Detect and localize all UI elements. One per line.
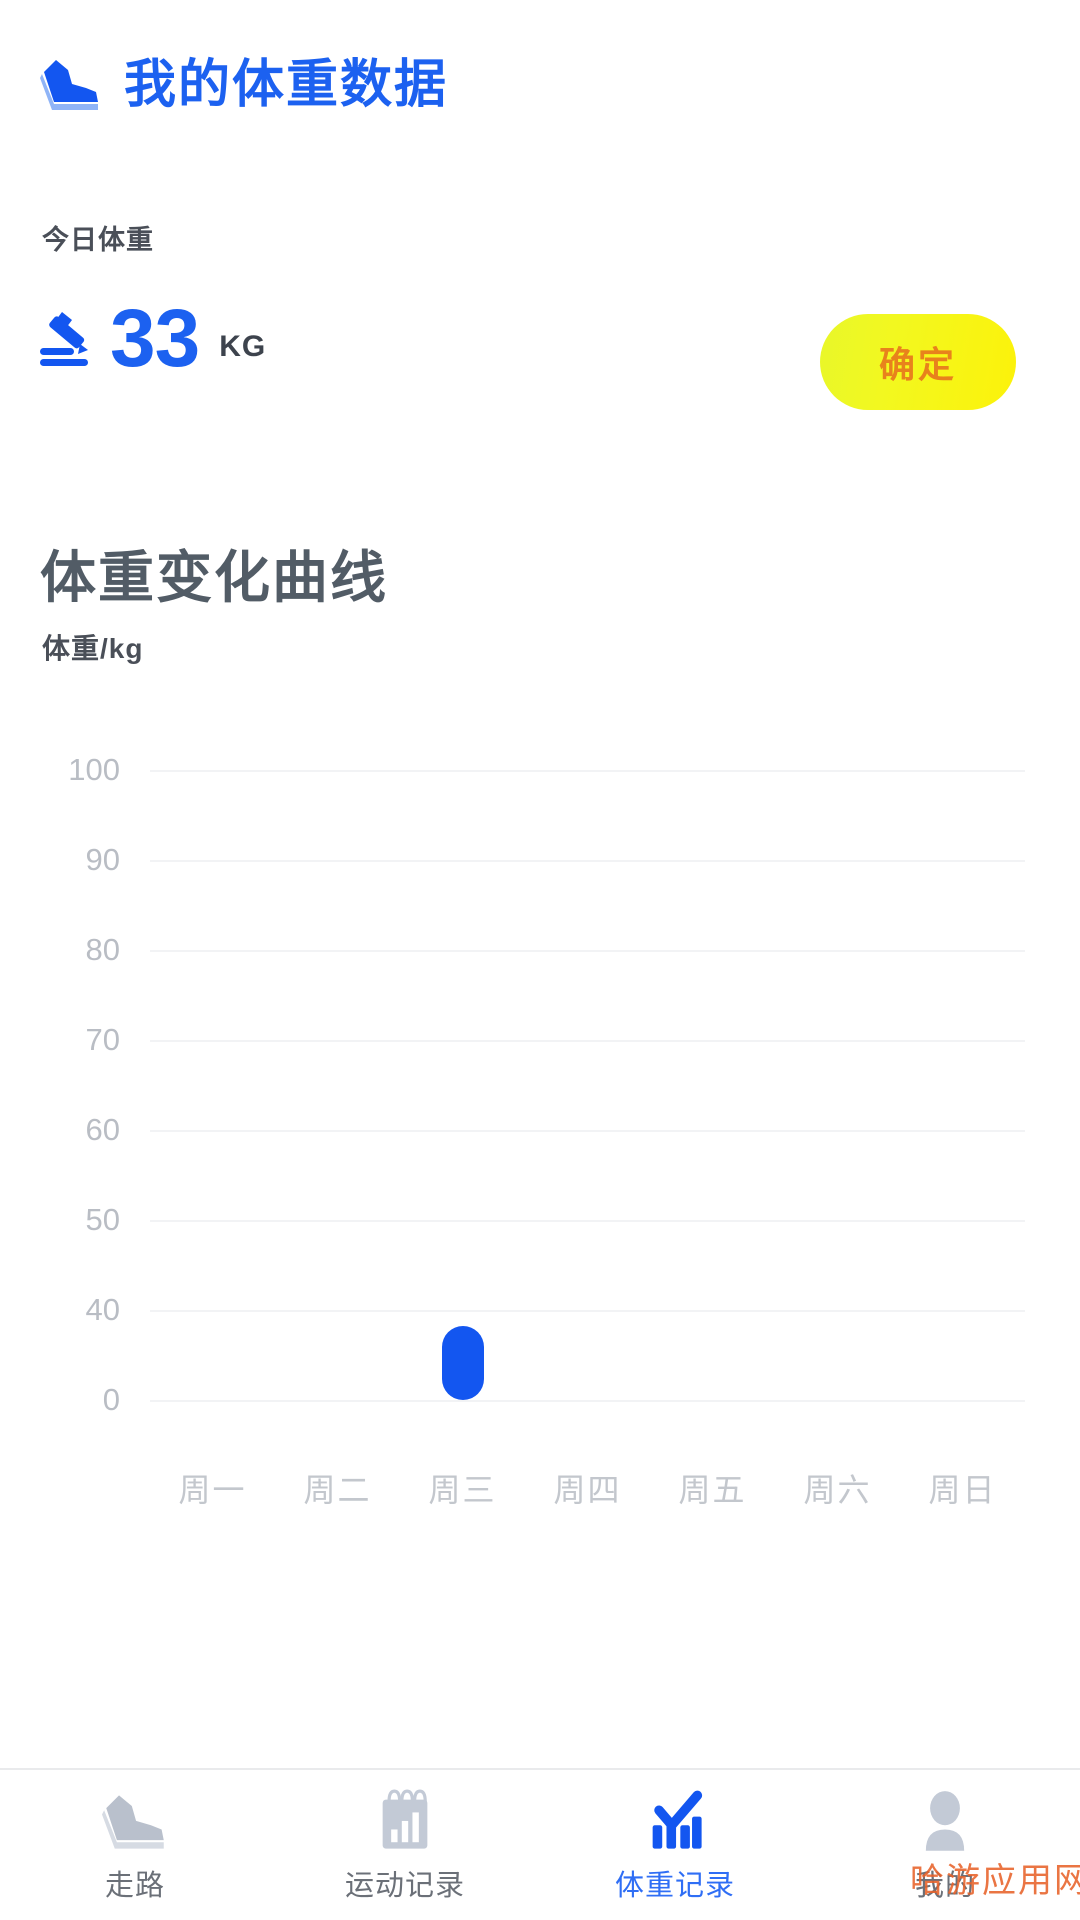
chart-x-tick-label: 周日	[928, 1472, 997, 1508]
exercise-chart-icon	[372, 1788, 438, 1856]
chart-y-tick-label: 100	[68, 752, 120, 787]
chart-x-tick-label: 周五	[678, 1472, 747, 1508]
chart-y-axis-label: 体重/kg	[42, 633, 144, 664]
chart-x-tick-label: 周六	[803, 1472, 872, 1508]
tab-weight-record[interactable]: 体重记录	[540, 1770, 810, 1920]
chart-y-tick-label: 60	[85, 1112, 120, 1147]
tab-label-walking: 走路	[104, 1870, 165, 1902]
confirm-button[interactable]: 确定	[820, 314, 1016, 410]
bottom-tabbar: 走路 运动记录 体重记录 我的 哈游应用网	[0, 1768, 1080, 1920]
chart-y-tick-label: 40	[85, 1292, 120, 1327]
chart-gridline	[150, 1310, 1025, 1312]
tab-label-weight-record: 体重记录	[614, 1870, 735, 1902]
today-weight-label: 今日体重	[42, 225, 154, 255]
chart-gridline	[150, 1400, 1025, 1402]
edit-scale-icon[interactable]	[36, 308, 96, 378]
tab-walking[interactable]: 走路	[0, 1770, 270, 1920]
chart-x-axis-labels: 周一 周二 周三 周四 周五 周六 周日	[150, 1465, 1025, 1511]
shoe-icon	[40, 58, 102, 112]
chart-gridline	[150, 950, 1025, 952]
chart-title: 体重变化曲线	[40, 546, 388, 609]
chart-gridline	[150, 1220, 1025, 1222]
shoe-icon	[102, 1788, 168, 1856]
site-watermark: 哈游应用网	[910, 1863, 1080, 1900]
tab-exercise-record[interactable]: 运动记录	[270, 1770, 540, 1920]
chart-plot-area: 100 90 80 70 60 50 40 0	[68, 754, 1025, 1415]
tab-label-exercise-record: 运动记录	[344, 1870, 465, 1902]
today-weight-row: 33 KG 确定	[0, 293, 1080, 420]
chart-gridline	[150, 1130, 1025, 1132]
weight-chart-check-icon	[642, 1788, 708, 1856]
chart-gridline	[150, 1040, 1025, 1042]
person-icon	[912, 1788, 978, 1856]
chart-gridline	[150, 860, 1025, 862]
page-header: 我的体重数据	[40, 58, 448, 112]
chart-x-tick-label: 周三	[428, 1472, 497, 1508]
weight-unit: KG	[219, 329, 267, 363]
chart-y-tick-label: 0	[102, 1382, 120, 1417]
chart-x-tick-label: 周一	[178, 1472, 247, 1508]
weight-display: 33 KG	[36, 293, 267, 384]
chart-y-tick-label: 70	[85, 1022, 120, 1057]
chart-y-tick-label: 80	[85, 932, 120, 967]
chart-bar[interactable]	[442, 1326, 484, 1400]
chart-y-tick-label: 50	[85, 1202, 120, 1237]
chart-x-tick-label: 周四	[553, 1472, 622, 1508]
chart-x-tick-label: 周二	[303, 1472, 372, 1508]
weight-value: 33	[110, 293, 200, 384]
page-title: 我的体重数据	[124, 56, 449, 114]
chart-gridline	[150, 770, 1025, 772]
app-screen: 我的体重数据 今日体重 33 KG 确定 体重变化曲线 体重/kg 100 90 8…	[0, 0, 1080, 1920]
chart-y-tick-label: 90	[85, 842, 120, 877]
weight-chart: 100 90 80 70 60 50 40 0 周一 周二 周三 周四 周五 周六 周日	[0, 690, 1080, 1508]
